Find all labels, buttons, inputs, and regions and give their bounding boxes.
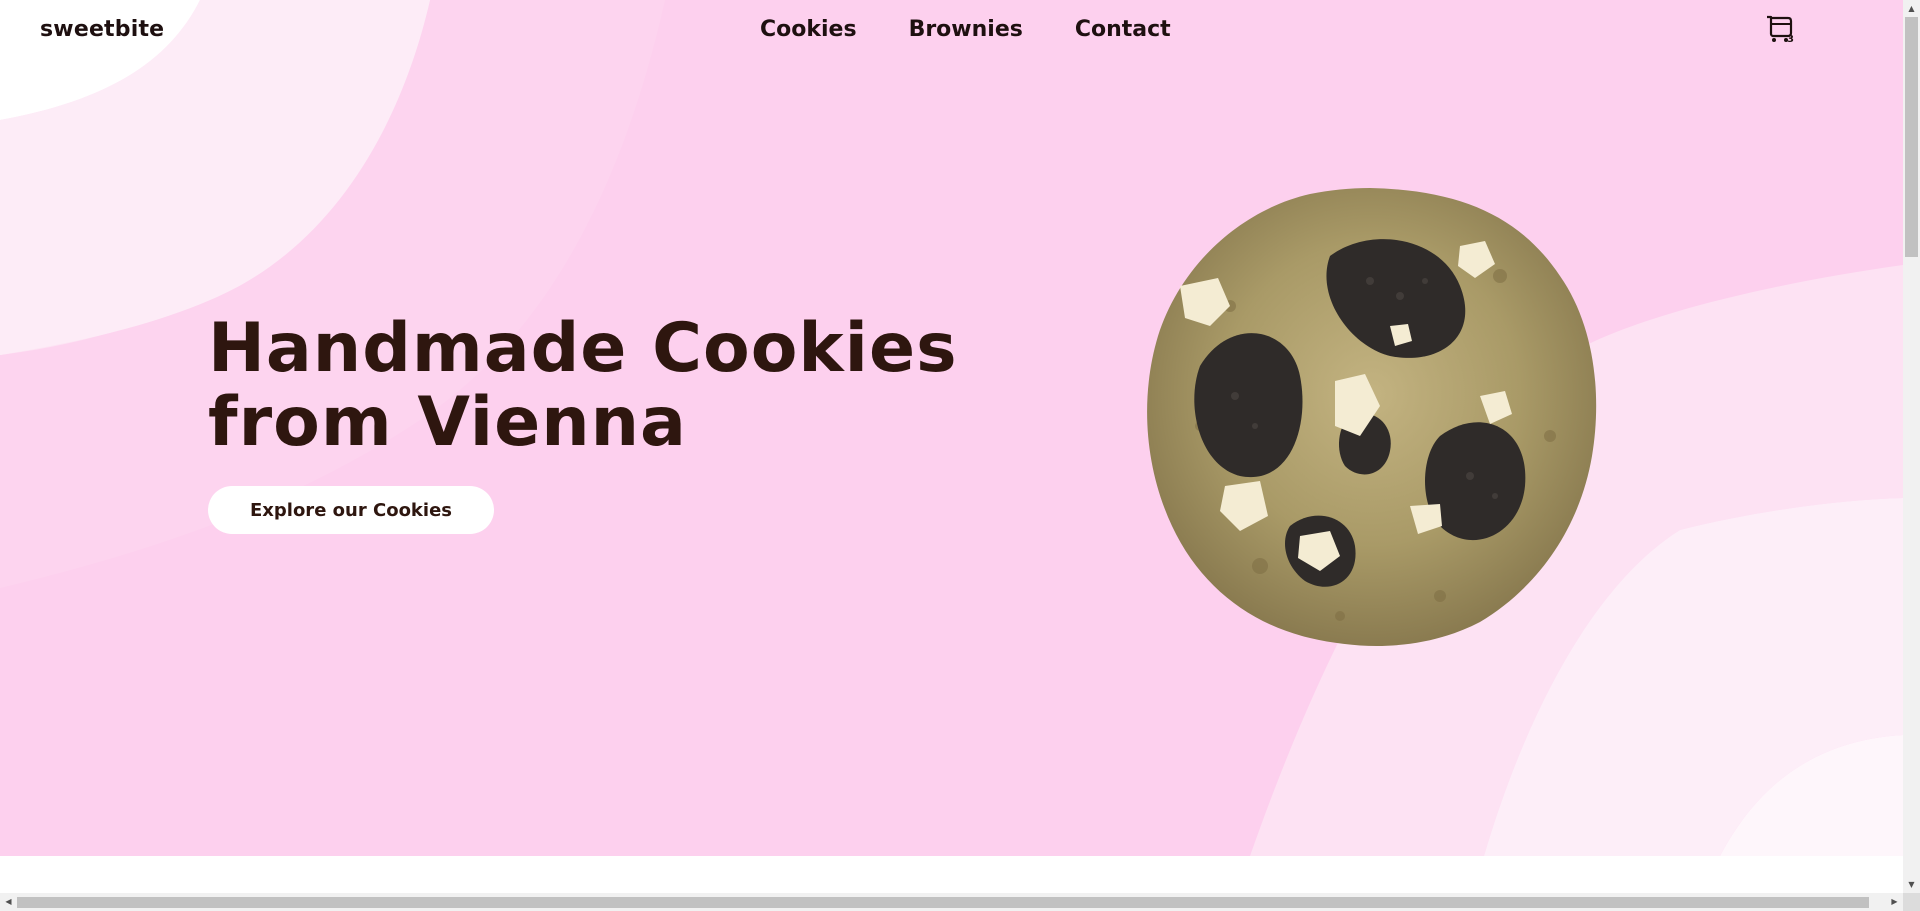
hero-headline-line2: from Vienna <box>208 383 687 462</box>
explore-cookies-button[interactable]: Explore our Cookies <box>208 486 494 534</box>
horizontal-scroll-thumb[interactable] <box>17 897 1869 908</box>
page-viewport: sweetbite Cookies Brownies Contact 3 Han… <box>0 0 1903 893</box>
cookie-image <box>1140 186 1600 650</box>
top-navbar: sweetbite Cookies Brownies Contact 3 <box>0 0 1903 66</box>
nav-link-brownies[interactable]: Brownies <box>909 17 1023 42</box>
scroll-left-arrow-icon[interactable]: ◀ <box>0 893 17 911</box>
cart-count-badge: 3 <box>1787 34 1794 45</box>
vertical-scroll-thumb[interactable] <box>1905 17 1918 257</box>
main-nav: Cookies Brownies Contact <box>760 17 1223 42</box>
nav-link-cookies[interactable]: Cookies <box>760 17 857 42</box>
horizontal-scrollbar[interactable]: ◀ ▶ <box>0 893 1903 911</box>
hero-headline: Handmade Cookies from Vienna <box>208 312 968 460</box>
scroll-down-arrow-icon[interactable]: ▼ <box>1903 876 1920 893</box>
scrollbar-corner <box>1903 893 1920 911</box>
vertical-scrollbar[interactable]: ▲ ▼ <box>1903 0 1920 893</box>
hero-headline-line1: Handmade Cookies <box>208 309 958 388</box>
nav-link-contact[interactable]: Contact <box>1075 17 1171 42</box>
cart-button[interactable]: 3 <box>1764 14 1798 48</box>
hero-section: sweetbite Cookies Brownies Contact 3 Han… <box>0 0 1903 856</box>
brand-logo[interactable]: sweetbite <box>40 17 164 42</box>
scroll-right-arrow-icon[interactable]: ▶ <box>1886 893 1903 911</box>
scroll-up-arrow-icon[interactable]: ▲ <box>1903 0 1920 17</box>
